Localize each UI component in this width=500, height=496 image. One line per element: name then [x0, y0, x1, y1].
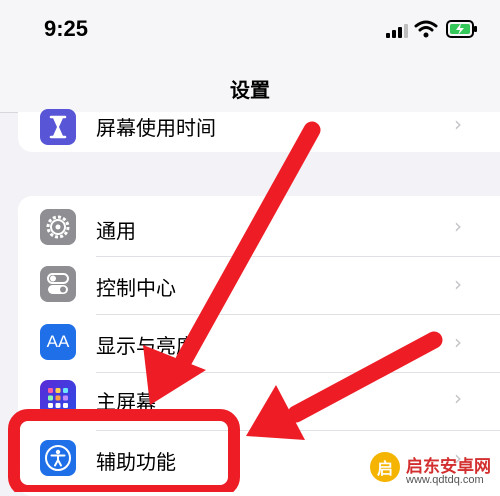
settings-row-general[interactable]: 通用 ›	[18, 198, 500, 256]
settings-row-label: 显示与亮度	[96, 334, 196, 358]
settings-group-screen-time: 屏幕使用时间 ›	[18, 109, 500, 152]
home-grid-icon	[40, 380, 76, 416]
settings-row-label: 辅助功能	[96, 450, 176, 474]
status-time: 9:25	[44, 16, 89, 41]
settings-row-label: 屏幕使用时间	[96, 116, 216, 140]
chevron-right-icon: ›	[454, 330, 462, 354]
wifi-icon	[414, 20, 438, 38]
settings-row-label: 控制中心	[96, 276, 176, 300]
chevron-right-icon: ›	[454, 112, 462, 136]
cellular-signal-icon	[386, 24, 408, 38]
accessibility-icon	[40, 440, 76, 476]
settings-row-label: 通用	[96, 219, 136, 243]
hourglass-icon	[40, 109, 76, 145]
watermark: 启 启东安卓网 www.qdtdq.com	[370, 450, 500, 492]
battery-charging-icon	[446, 20, 477, 38]
watermark-logo: 启	[370, 452, 400, 482]
settings-row-screen-time[interactable]: 屏幕使用时间 ›	[18, 98, 500, 156]
toggles-icon	[40, 266, 76, 302]
gear-icon	[40, 209, 76, 245]
settings-row-label: 主屏幕	[96, 390, 156, 414]
aa-icon-text: AA	[46, 332, 70, 351]
settings-row-home-screen[interactable]: 主屏幕 ›	[18, 372, 500, 430]
watermark-url: www.qdtdq.com	[406, 474, 484, 486]
chevron-right-icon: ›	[454, 214, 462, 238]
aa-icon: AA	[40, 324, 76, 360]
chevron-right-icon: ›	[454, 272, 462, 296]
settings-row-control-center[interactable]: 控制中心 ›	[18, 256, 500, 314]
status-bar: 9:25	[0, 0, 500, 62]
settings-row-display-brightness[interactable]: AA 显示与亮度 ›	[18, 314, 500, 372]
chevron-right-icon: ›	[454, 386, 462, 410]
